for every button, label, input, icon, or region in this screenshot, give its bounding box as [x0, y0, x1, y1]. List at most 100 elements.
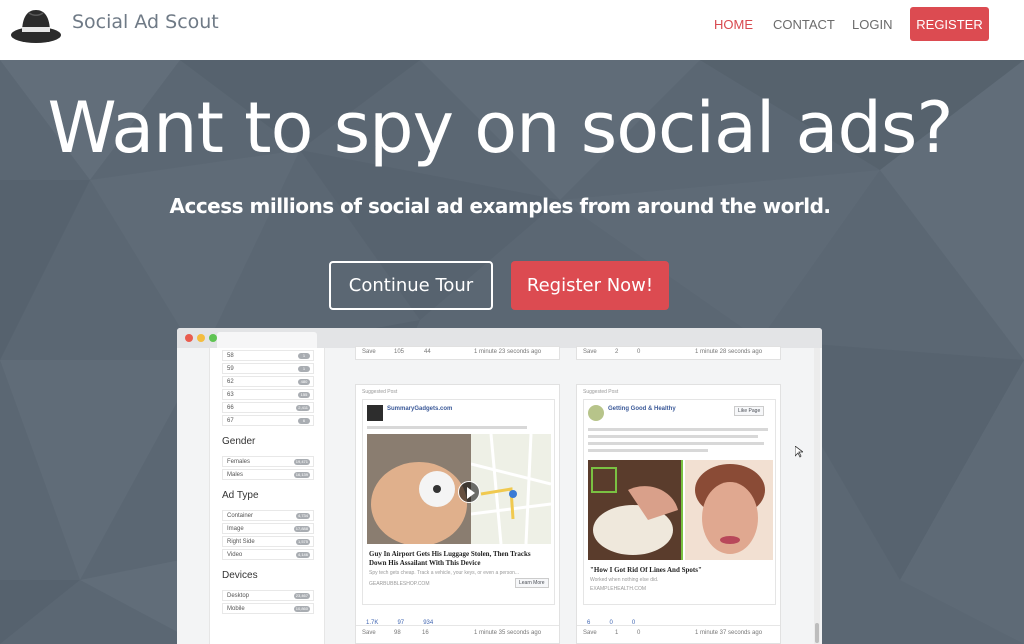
browser-tab — [217, 332, 317, 348]
ad-image-left — [588, 460, 683, 560]
nav-register-button[interactable]: REGISTER — [910, 7, 989, 41]
browser-content: 58 1 59 1 62 480 63 155 66 2,411 67 6 Gender F… — [177, 346, 822, 644]
count-badge: 17,888 — [293, 526, 310, 532]
scrollbar-thumb[interactable] — [815, 623, 819, 643]
age-filter-row[interactable]: 66 2,411 — [222, 402, 314, 413]
filter-label: Container — [227, 513, 254, 519]
count-badge: 1 — [298, 366, 310, 372]
ad-image-map — [470, 433, 552, 545]
count-badge: 19,471 — [293, 459, 310, 465]
cream-jar-image — [588, 460, 681, 560]
device-filter-row[interactable]: Desktop 23,467 — [222, 590, 314, 601]
save-link[interactable]: Save — [583, 349, 597, 355]
days-count: 16 — [422, 630, 429, 636]
save-link[interactable]: Save — [362, 630, 376, 636]
ad-image-right — [685, 460, 773, 560]
adtype-filter-row[interactable]: Image 17,888 — [222, 523, 314, 534]
ad-headline[interactable]: Guy In Airport Gets His Luggage Stolen, … — [369, 550, 549, 568]
like-page-button[interactable]: Like Page — [734, 406, 765, 416]
fedora-hat-logo-icon[interactable] — [10, 6, 62, 44]
ad-text-line — [588, 435, 758, 438]
save-link[interactable]: Save — [362, 349, 376, 355]
gender-heading: Gender — [222, 436, 256, 447]
age-filter-row[interactable]: 63 155 — [222, 389, 314, 400]
age-filter-row[interactable]: 58 1 — [222, 350, 314, 361]
previous-card-footer: Save 2 0 1 minute 28 seconds ago — [576, 346, 781, 360]
gender-filter-row[interactable]: Males 16,139 — [222, 469, 314, 480]
ad-card[interactable]: Suggested Post SummaryGadgets.com Guy In… — [355, 384, 560, 644]
page-avatar — [588, 405, 604, 421]
register-now-button[interactable]: Register Now! — [511, 261, 669, 310]
count-badge: 1 — [298, 353, 310, 359]
brand-name[interactable]: Social Ad Scout — [72, 11, 219, 33]
close-dot-icon — [185, 334, 193, 342]
count-badge: 10,860 — [293, 606, 310, 612]
timestamp: 1 minute 23 seconds ago — [474, 349, 542, 355]
count-badge: 480 — [298, 379, 310, 385]
play-video-icon[interactable] — [458, 481, 480, 503]
face-image — [685, 460, 773, 560]
ad-image-left — [367, 434, 471, 544]
count-badge: 16,139 — [293, 472, 310, 478]
ad-domain: GEARBUBBLESHOP.COM — [369, 581, 430, 587]
continue-tour-button[interactable]: Continue Tour — [329, 261, 493, 310]
filter-label: Males — [227, 472, 244, 478]
top-navbar: Social Ad Scout HOME CONTACT LOGIN REGIS… — [0, 0, 1024, 60]
count-badge: 6 — [298, 418, 310, 424]
days-count: 0 — [637, 349, 641, 355]
ad-text-line — [588, 449, 708, 452]
ad-headline[interactable]: "How I Got Rid Of Lines And Spots" — [590, 566, 770, 575]
nav-home-link[interactable]: HOME — [714, 17, 753, 32]
device-filter-row[interactable]: Mobile 10,860 — [222, 603, 314, 614]
learn-more-button[interactable]: Learn More — [515, 578, 549, 588]
filter-label: Video — [227, 552, 243, 558]
ad-description: Spy tech gets cheap. Track a vehicle, yo… — [369, 570, 520, 576]
filter-label: 66 — [227, 405, 234, 411]
filter-label: 59 — [227, 366, 234, 372]
save-link[interactable]: Save — [583, 630, 597, 636]
days-count: 44 — [424, 349, 431, 355]
count-badge: 1,575 — [295, 539, 310, 545]
previous-card-footer: Save 105 44 1 minute 23 seconds ago — [355, 346, 560, 360]
page-name: SummaryGadgets.com — [387, 406, 453, 412]
count-badge: 2,411 — [296, 405, 310, 411]
count-badge: 4,734 — [295, 513, 310, 519]
views-count: 2 — [615, 349, 619, 355]
views-count: 105 — [394, 349, 405, 355]
age-filter-row[interactable]: 62 480 — [222, 376, 314, 387]
filter-label: Right Side — [227, 539, 255, 545]
ad-description: Worked when nothing else did. — [590, 577, 659, 583]
filter-label: 63 — [227, 392, 234, 398]
views-count: 1 — [615, 630, 619, 636]
ad-card[interactable]: Suggested Post Getting Good & Healthy Li… — [576, 384, 781, 644]
filter-label: 67 — [227, 418, 234, 424]
age-filter-row[interactable]: 67 6 — [222, 415, 314, 426]
timestamp: 1 minute 28 seconds ago — [695, 349, 763, 355]
maximize-dot-icon — [209, 334, 217, 342]
filter-label: 62 — [227, 379, 234, 385]
adtype-filter-row[interactable]: Container 4,734 — [222, 510, 314, 521]
hero-headline: Want to spy on social ads? — [47, 87, 953, 169]
card-tag: Suggested Post — [583, 389, 619, 395]
gender-filter-row[interactable]: Females 19,471 — [222, 456, 314, 467]
ad-text-line — [588, 428, 768, 431]
minimize-dot-icon — [197, 334, 205, 342]
age-filter-row[interactable]: 59 1 — [222, 363, 314, 374]
scrollbar[interactable] — [814, 348, 820, 644]
hero-subheadline: Access millions of social ad examples fr… — [169, 194, 831, 218]
count-badge: 23,467 — [293, 593, 310, 599]
filter-label: Desktop — [227, 593, 250, 599]
ad-text-line — [588, 442, 764, 445]
filter-sidebar: 58 1 59 1 62 480 63 155 66 2,411 67 6 Gender F… — [209, 348, 325, 644]
mouse-cursor-icon — [795, 446, 803, 458]
adtype-heading: Ad Type — [222, 490, 259, 501]
adtype-filter-row[interactable]: Video 4,146 — [222, 549, 314, 560]
nav-contact-link[interactable]: CONTACT — [773, 17, 835, 32]
days-count: 0 — [637, 630, 641, 636]
adtype-filter-row[interactable]: Right Side 1,575 — [222, 536, 314, 547]
map-image — [470, 433, 552, 545]
filter-label: 58 — [227, 353, 234, 359]
nav-login-link[interactable]: LOGIN — [852, 17, 892, 32]
page-name: Getting Good & Healthy — [608, 406, 676, 412]
ad-domain: EXAMPLEHEALTH.COM — [590, 586, 647, 592]
